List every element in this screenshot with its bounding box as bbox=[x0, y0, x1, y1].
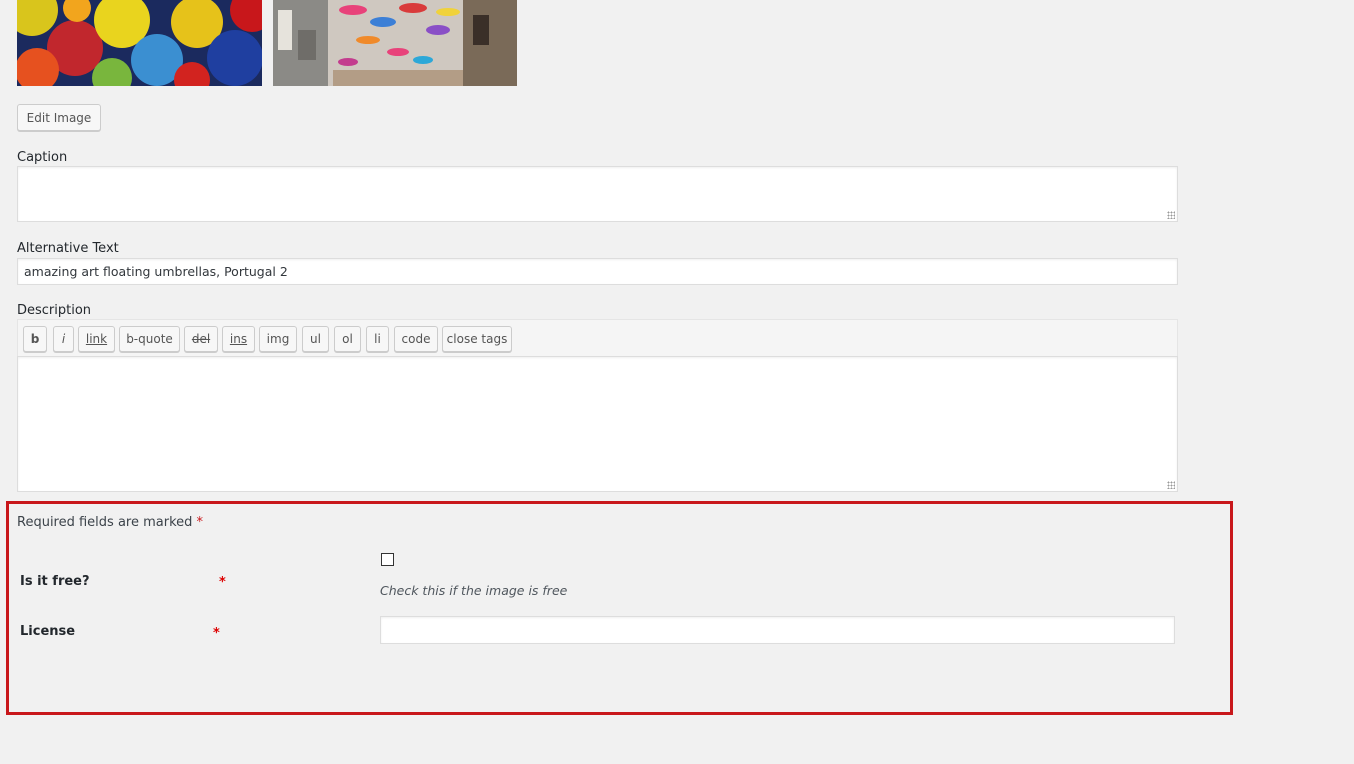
umbrellas-thumbnail-1 bbox=[17, 0, 262, 86]
qt-bold-button[interactable]: b bbox=[23, 326, 47, 352]
qt-italic-button[interactable]: i bbox=[53, 326, 74, 352]
is-free-checkbox[interactable] bbox=[381, 553, 394, 566]
alt-text-label: Alternative Text bbox=[17, 241, 119, 256]
qt-close-tags-button[interactable]: close tags bbox=[442, 326, 512, 352]
license-label: License bbox=[20, 624, 76, 639]
required-note-text: Required fields are marked bbox=[17, 515, 193, 530]
required-fields-highlight bbox=[6, 501, 1233, 715]
resize-grip-icon[interactable] bbox=[1167, 481, 1175, 489]
description-textarea[interactable] bbox=[17, 356, 1178, 492]
resize-grip-icon[interactable] bbox=[1167, 211, 1175, 219]
license-required-star: * bbox=[213, 626, 220, 641]
umbrellas-thumbnail-2 bbox=[273, 0, 517, 86]
qt-img-button[interactable]: img bbox=[259, 326, 297, 352]
qt-blockquote-button[interactable]: b-quote bbox=[119, 326, 180, 352]
qt-code-button[interactable]: code bbox=[394, 326, 438, 352]
qt-link-button[interactable]: link bbox=[78, 326, 115, 352]
qt-del-button[interactable]: del bbox=[184, 326, 218, 352]
required-star-icon: * bbox=[196, 515, 204, 530]
qt-ol-button[interactable]: ol bbox=[334, 326, 361, 352]
is-free-required-star: * bbox=[219, 575, 226, 590]
qt-ul-button[interactable]: ul bbox=[302, 326, 329, 352]
description-quicktags-toolbar: b i link b-quote del ins img ul ol li co… bbox=[17, 319, 1178, 357]
is-free-label: Is it free? bbox=[20, 574, 90, 589]
caption-label: Caption bbox=[17, 150, 68, 165]
description-label: Description bbox=[17, 303, 92, 318]
caption-textarea[interactable] bbox=[17, 166, 1178, 222]
is-free-hint: Check this if the image is free bbox=[380, 583, 568, 598]
alt-text-input[interactable] bbox=[17, 258, 1178, 285]
required-fields-note: Required fields are marked * bbox=[17, 515, 203, 530]
qt-ins-button[interactable]: ins bbox=[222, 326, 255, 352]
qt-li-button[interactable]: li bbox=[366, 326, 389, 352]
license-input[interactable] bbox=[380, 616, 1175, 644]
edit-image-button[interactable]: Edit Image bbox=[17, 104, 101, 131]
